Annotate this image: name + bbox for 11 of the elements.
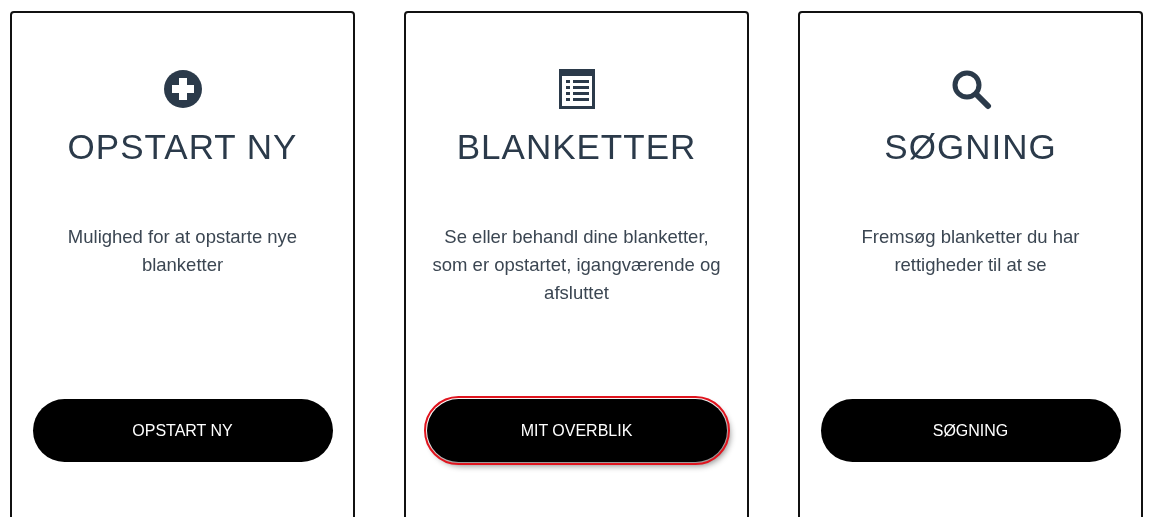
card-title: SØGNING [884,127,1057,167]
card-title: OPSTART NY [67,127,298,167]
card-description: Se eller behandl dine blanketter, som er opstartet, igangværende og afsluttet [431,225,722,305]
card-description: Mulighed for at opstarte nye blanketter [66,225,299,277]
plus-icon [162,69,203,109]
card-description: Fremsøg blanketter du har rettigheder til at se [860,225,1081,277]
action-button[interactable]: SØGNING [820,399,1121,462]
card-title: BLANKETTER [456,127,697,167]
action-button[interactable]: OPSTART NY [32,399,333,462]
action-button[interactable]: MIT OVERBLIK [426,399,727,462]
list-icon [557,68,596,110]
